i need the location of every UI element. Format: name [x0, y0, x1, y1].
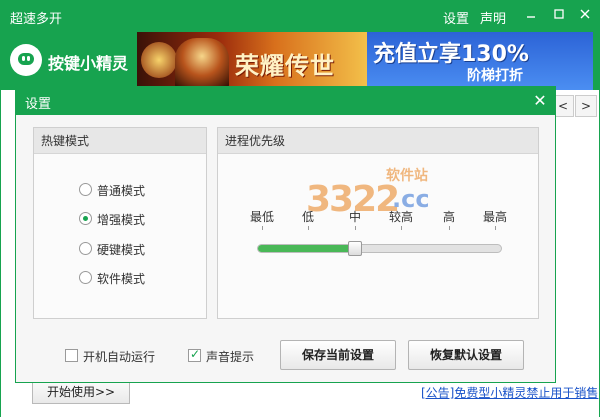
priority-tick: [262, 226, 263, 230]
priority-tick: [401, 226, 402, 230]
radio-button-selected[interactable]: [79, 212, 92, 225]
game-banner[interactable]: 荣耀传世: [137, 32, 367, 90]
start-button[interactable]: 开始使用>>: [32, 380, 130, 404]
dialog-title: 设置: [25, 97, 52, 112]
radio-button[interactable]: [79, 271, 92, 284]
priority-tick: [449, 226, 450, 230]
autostart-label: 开机自动运行: [83, 350, 156, 364]
settings-dialog: 设置 ✕ 热键模式 普通模式 增强模式 硬键模式 软件模式 进程优先级 最低 低…: [15, 86, 556, 383]
autostart-checkbox[interactable]: [65, 349, 78, 362]
app-logo-icon: [10, 44, 42, 76]
brand-name: 按键小精灵: [48, 54, 129, 73]
priority-slider-fill: [258, 245, 354, 252]
warrior-figure-image: [175, 38, 229, 90]
sound-label: 声音提示: [206, 350, 255, 364]
priority-slider-track[interactable]: [257, 244, 502, 253]
hotkey-mode-header: 热键模式: [34, 128, 206, 154]
radio-label: 硬键模式: [97, 243, 146, 257]
priority-tick: [355, 226, 356, 230]
save-settings-button[interactable]: 保存当前设置: [280, 340, 396, 370]
process-priority-header: 进程优先级: [218, 128, 538, 154]
radio-button[interactable]: [79, 242, 92, 255]
close-icon[interactable]: [574, 4, 596, 26]
main-titlebar: 超速多开 设置 声明: [0, 0, 600, 32]
recharge-banner-headline: 充值立享130%: [373, 42, 529, 67]
sound-checkbox[interactable]: ✓: [188, 347, 201, 362]
game-logo-icon: [141, 42, 177, 78]
recharge-banner-subline: 阶梯打折: [467, 68, 523, 84]
dialog-close-icon[interactable]: ✕: [529, 90, 551, 112]
radio-button[interactable]: [79, 183, 92, 196]
priority-label-above-normal: 较高: [388, 210, 414, 224]
priority-label-normal: 中: [348, 210, 362, 224]
statement-link[interactable]: 声明: [480, 8, 506, 27]
radio-label: 普通模式: [97, 184, 146, 198]
radio-label: 软件模式: [97, 272, 146, 286]
dialog-titlebar: 设置 ✕: [16, 87, 555, 115]
tab-scroll-right-icon[interactable]: >: [575, 95, 597, 117]
priority-label-low: 低: [301, 210, 315, 224]
game-banner-headline: 荣耀传世: [235, 52, 335, 80]
recharge-banner[interactable]: 充值立享130% 阶梯打折: [367, 32, 593, 90]
priority-label-high: 高: [442, 210, 456, 224]
priority-tick: [495, 226, 496, 230]
notice-link[interactable]: [公告]免费型小精灵禁止用于销售: [421, 384, 598, 401]
settings-link[interactable]: 设置: [443, 8, 469, 27]
priority-slider-thumb[interactable]: [348, 241, 362, 256]
priority-label-lowest: 最低: [249, 210, 275, 224]
radio-label: 增强模式: [97, 213, 146, 227]
maximize-icon[interactable]: [548, 4, 570, 26]
window-title: 超速多开: [10, 12, 63, 27]
priority-tick: [308, 226, 309, 230]
minimize-icon[interactable]: [520, 4, 542, 26]
restore-defaults-button[interactable]: 恢复默认设置: [408, 340, 524, 370]
checkmark-icon: ✓: [190, 347, 201, 361]
priority-label-highest: 最高: [482, 210, 508, 224]
